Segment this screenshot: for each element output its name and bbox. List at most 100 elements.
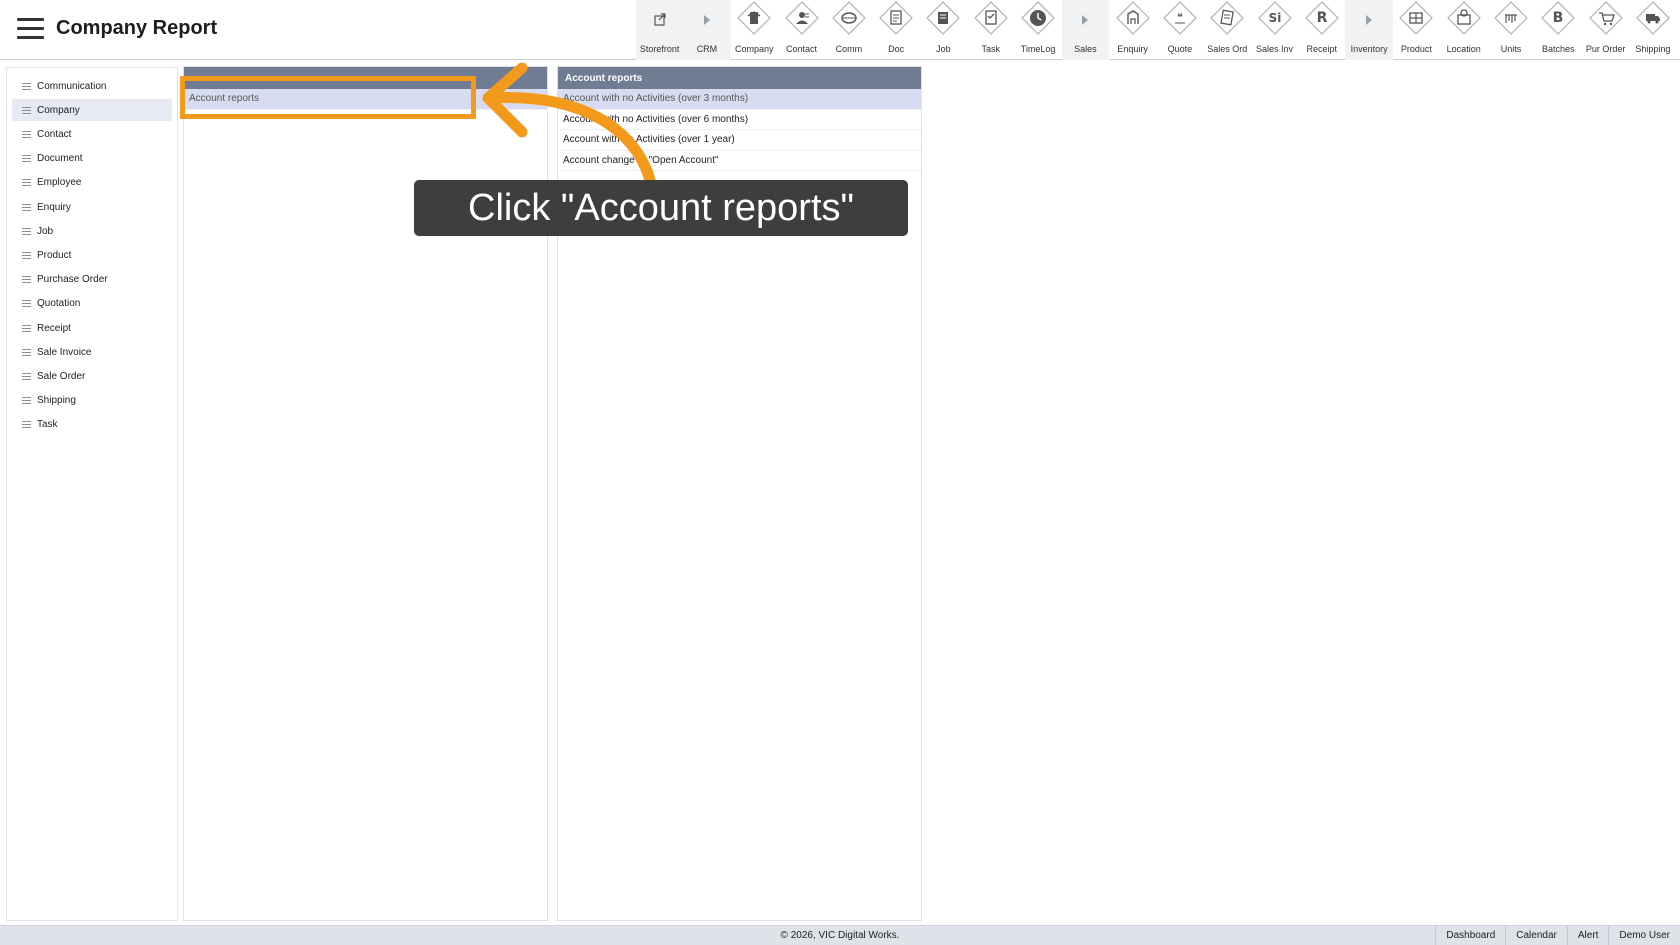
sidebar-item-enquiry[interactable]: Enquiry [12, 196, 172, 218]
app-header: Company Report Storefront CRM Company Conta… [0, 0, 1680, 60]
sidebar-item-document[interactable]: Document [12, 148, 172, 170]
toolbar-glyph: B [1553, 10, 1564, 26]
footer-link-calendar[interactable]: Calendar [1505, 926, 1567, 945]
sidebar-item-label: Contact [37, 128, 72, 140]
truck-icon [1635, 0, 1671, 40]
sidebar-item-contact[interactable]: Contact [12, 123, 172, 145]
toolbar-item-company[interactable]: Company [731, 0, 778, 60]
toolbar-item-job[interactable]: Job [920, 0, 967, 60]
sidebar-item-product[interactable]: Product [12, 244, 172, 266]
svg-text:❝: ❝ [1177, 11, 1183, 24]
report-group-item-account-reports[interactable]: Account reports [184, 89, 547, 110]
sidebar-item-label: Employee [37, 177, 82, 189]
list-icon [22, 155, 31, 163]
toolbar-item-label: Batches [1542, 44, 1575, 54]
sidebar-item-label: Purchase Order [37, 274, 108, 286]
sidebar-item-receipt[interactable]: Receipt [12, 317, 172, 339]
quote-icon: ❝ [1162, 0, 1198, 40]
toolbar-item-contact[interactable]: Contact [778, 0, 825, 60]
sidebar-item-label: Document [37, 153, 83, 165]
toolbar-item-sales-inv[interactable]: Si Sales Inv [1251, 0, 1298, 60]
toolbar-item-task[interactable]: Task [967, 0, 1014, 60]
caret-right-icon [1067, 0, 1103, 40]
toolbar-item-label: Task [981, 44, 1000, 54]
sidebar-item-company[interactable]: Company [12, 99, 172, 122]
sidebar-item-purchase-order[interactable]: Purchase Order [12, 269, 172, 291]
toolbar-item-timelog[interactable]: TimeLog [1014, 0, 1061, 60]
list-icon [22, 227, 31, 235]
toolbar-item-sales[interactable]: Sales [1061, 0, 1109, 60]
toolbar-item-label: Sales [1074, 44, 1097, 54]
toolbar-item-label: Storefront [639, 44, 680, 54]
sidebar-item-quotation[interactable]: Quotation [12, 293, 172, 315]
toolbar-item-label: Contact [786, 44, 818, 54]
toolbar-item-label: TimeLog [1020, 44, 1056, 54]
sidebar-item-label: Enquiry [37, 201, 71, 213]
copyright-text: © 2026, VIC Digital Works. [780, 930, 900, 941]
footer-link-dashboard[interactable]: Dashboard [1435, 926, 1505, 945]
report-category-sidebar: Communication Company Contact Document Emplo… [6, 67, 178, 921]
company-icon [736, 0, 772, 40]
sidebar-item-sale-order[interactable]: Sale Order [12, 365, 172, 387]
footer-link-alert[interactable]: Alert [1566, 926, 1609, 945]
contact-icon [784, 0, 820, 40]
toolbar-item-storefront[interactable]: Storefront [636, 0, 684, 60]
list-icon [22, 179, 31, 187]
sidebar-item-label: Company [37, 104, 80, 116]
sidebar-item-sale-invoice[interactable]: Sale Invoice [12, 341, 172, 363]
footer-link-user[interactable]: Demo User [1608, 926, 1680, 945]
sales-order-icon [1209, 0, 1245, 40]
toolbar-item-quote[interactable]: ❝ Quote [1156, 0, 1203, 60]
toolbar-item-shipping[interactable]: Shipping [1629, 0, 1676, 60]
toolbar-item-label: Receipt [1306, 44, 1338, 54]
toolbar-item-sales-ord[interactable]: Sales Ord [1204, 0, 1251, 60]
report-item[interactable]: Account with no Activities (over 6 month… [558, 110, 921, 130]
cart-icon [1588, 0, 1624, 40]
toolbar-item-label: Job [936, 44, 951, 54]
sidebar-item-communication[interactable]: Communication [12, 75, 172, 97]
module-toolbar: Storefront CRM Company Contact Comm Doc Job Tas… [636, 0, 1677, 60]
sidebar-item-job[interactable]: Job [12, 220, 172, 242]
toolbar-item-label: Comm [835, 44, 863, 54]
toolbar-item-doc[interactable]: Doc [872, 0, 919, 60]
list-icon [22, 276, 31, 284]
report-item[interactable]: Account change to "Open Account" [558, 151, 921, 171]
footer-links: Dashboard Calendar Alert Demo User [1435, 926, 1680, 945]
toolbar-item-label: Product [1400, 44, 1432, 54]
toolbar-item-label: Sales Ord [1207, 44, 1248, 54]
comm-icon [831, 0, 867, 40]
location-icon [1446, 0, 1482, 40]
toolbar-item-pur-order[interactable]: Pur Order [1582, 0, 1629, 60]
toolbar-item-location[interactable]: Location [1440, 0, 1487, 60]
toolbar-item-label: CRM [696, 44, 718, 54]
job-icon [925, 0, 961, 40]
toolbar-item-label: Units [1500, 44, 1522, 54]
sidebar-item-label: Shipping [37, 395, 76, 407]
report-item[interactable]: Account with no Activities (over 3 month… [558, 89, 921, 110]
report-item[interactable]: Account with no Activities (over 1 year) [558, 130, 921, 151]
toolbar-item-product[interactable]: Product [1393, 0, 1440, 60]
app-footer: © 2026, VIC Digital Works. Dashboard Cal… [0, 925, 1680, 945]
toolbar-item-label: Pur Order [1585, 44, 1626, 54]
toolbar-item-receipt[interactable]: R Receipt [1298, 0, 1345, 60]
toolbar-item-inventory[interactable]: Inventory [1345, 0, 1393, 60]
caret-right-icon [689, 0, 725, 40]
sidebar-item-label: Receipt [37, 322, 71, 334]
toolbar-item-label: Sales Inv [1255, 44, 1294, 54]
toolbar-item-label: Inventory [1350, 44, 1388, 54]
sidebar-item-employee[interactable]: Employee [12, 172, 172, 194]
toolbar-item-batches[interactable]: B Batches [1535, 0, 1582, 60]
list-icon [22, 82, 31, 90]
sidebar-item-shipping[interactable]: Shipping [12, 390, 172, 412]
toolbar-item-comm[interactable]: Comm [825, 0, 872, 60]
sales-invoice-icon: Si [1257, 0, 1293, 40]
sidebar-item-task[interactable]: Task [12, 414, 172, 436]
toolbar-item-label: Location [1446, 44, 1481, 54]
hamburger-menu-icon[interactable] [17, 18, 44, 39]
toolbar-item-crm[interactable]: CRM [683, 0, 731, 60]
list-icon [22, 421, 31, 429]
list-icon [22, 130, 31, 138]
toolbar-item-units[interactable]: Units [1487, 0, 1534, 60]
doc-icon [878, 0, 914, 40]
toolbar-item-enquiry[interactable]: Enquiry [1109, 0, 1156, 60]
